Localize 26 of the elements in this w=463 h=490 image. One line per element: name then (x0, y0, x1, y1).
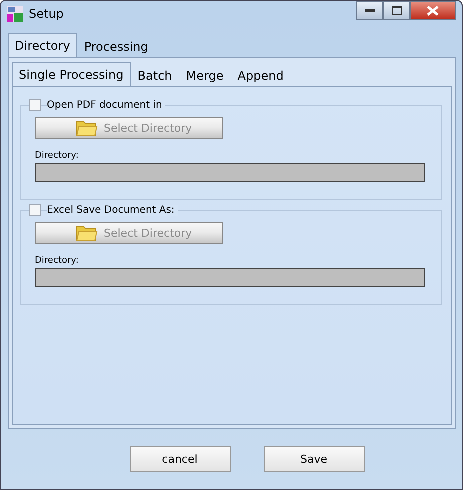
dialog-button[interactable]: cancel (130, 446, 230, 472)
tab[interactable]: Append (230, 65, 291, 86)
minimize-icon (364, 8, 374, 12)
tab[interactable]: Single Processing (12, 62, 131, 86)
checkbox[interactable] (29, 99, 41, 111)
directory-field[interactable] (35, 268, 425, 287)
tab[interactable]: Merge (179, 65, 231, 86)
checkbox-label: Excel Save Document As: (47, 204, 178, 216)
tab[interactable]: Processing (77, 36, 156, 57)
close-button[interactable] (410, 1, 456, 20)
checkbox-label: Open PDF document in (47, 100, 166, 110)
field-label: Directory: (35, 151, 80, 161)
maximize-button[interactable] (383, 1, 410, 20)
maximize-icon (392, 6, 402, 15)
folder-icon (76, 224, 98, 242)
dialog-button[interactable]: Save (264, 446, 364, 472)
minimize-button[interactable] (356, 1, 383, 20)
app-icon (7, 6, 23, 22)
close-icon (427, 6, 439, 16)
directory-field[interactable] (35, 163, 425, 182)
checkbox[interactable] (29, 204, 41, 216)
folder-icon (76, 119, 98, 137)
field-label: Directory: (35, 256, 80, 266)
tab[interactable]: Directory (8, 33, 78, 57)
tab[interactable]: Batch (130, 65, 180, 86)
window-title: Setup (29, 7, 64, 21)
